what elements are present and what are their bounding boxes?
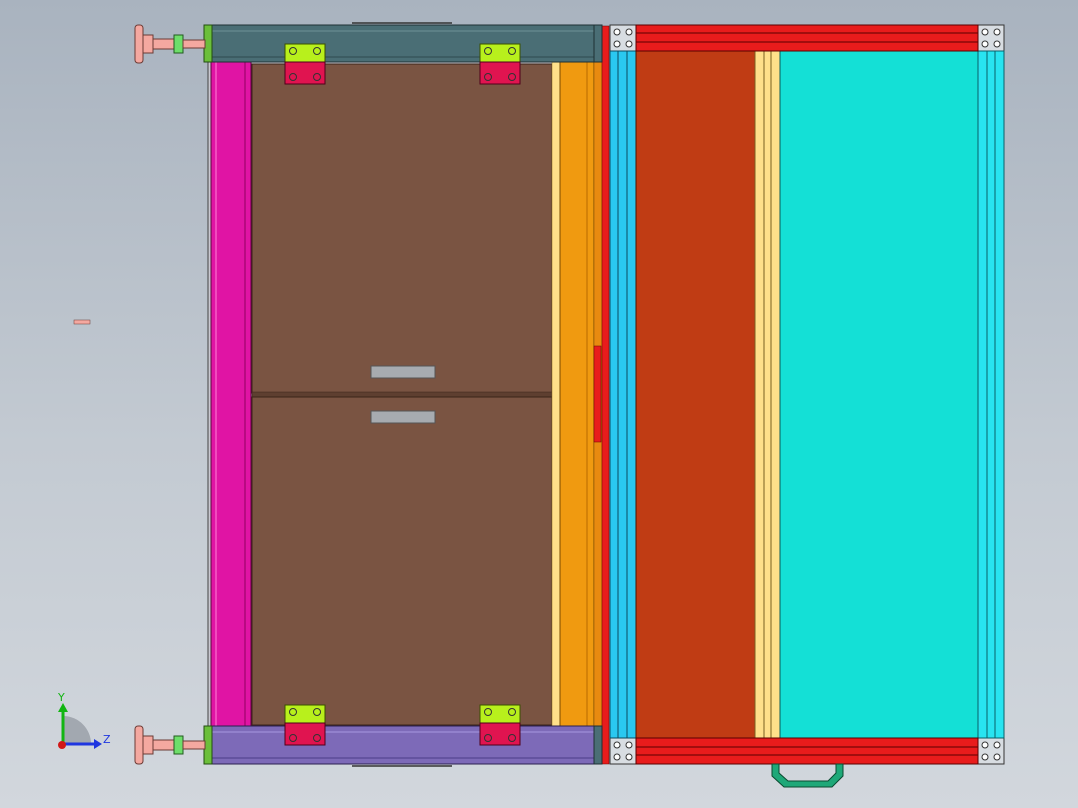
triad-quadrant [63,716,91,744]
rust-panel[interactable] [635,50,756,739]
assembly-drawing[interactable]: Y Z [0,0,1078,808]
stray-marker [73,319,91,325]
cad-viewport[interactable]: Y Z [0,0,1078,808]
orange-rail[interactable] [559,61,595,727]
hinge-bottom-right[interactable] [479,704,521,746]
z-axis-label: Z [103,733,111,746]
leveling-foot-bottom[interactable] [134,725,206,765]
corner-fitting-top-right [977,24,1005,52]
bottom-beam-end-cap-right [593,725,603,765]
upper-door-handle[interactable] [370,365,436,379]
y-axis-label: Y [57,691,65,704]
lower-door-handle[interactable] [370,410,436,424]
bottom-pull-handle[interactable] [771,763,844,788]
z-axis-arrowhead [94,739,102,749]
cream-divider-left [551,61,561,727]
x-axis-dot [58,741,66,749]
y-axis-arrowhead [58,703,68,712]
red-latch[interactable] [593,345,602,443]
blue-rail-left[interactable] [609,50,637,739]
corner-fitting-bottom-left [609,737,637,765]
red-strip[interactable] [601,25,610,765]
lower-door-panel[interactable] [251,396,553,726]
corner-fitting-top-left [609,24,637,52]
cyan-rail-right[interactable] [977,50,1005,739]
red-top-rail[interactable] [635,24,979,52]
hinge-top-right[interactable] [479,43,521,85]
upper-door-panel[interactable] [251,63,553,394]
hinge-bottom-left[interactable] [284,704,326,746]
top-beam-end-cap-right [593,24,603,63]
hinge-top-left[interactable] [284,43,326,85]
cream-rail[interactable] [754,50,781,739]
red-bottom-rail[interactable] [635,737,979,765]
door-seam [251,391,553,398]
corner-fitting-bottom-right [977,737,1005,765]
axis-triad: Y Z [57,691,111,749]
teal-panel[interactable] [779,50,979,739]
leveling-foot-top[interactable] [134,24,206,64]
